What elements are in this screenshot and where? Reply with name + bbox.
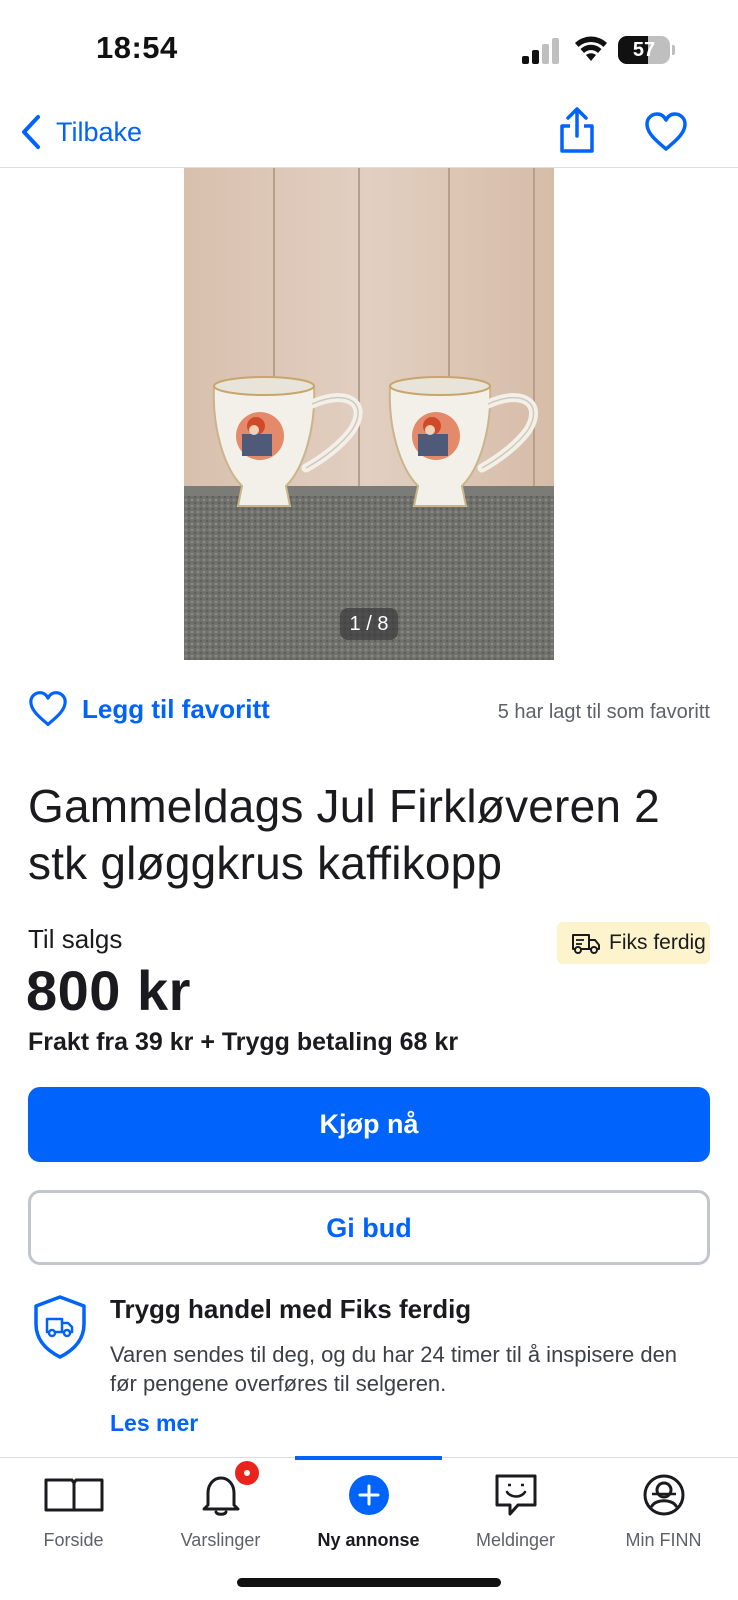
listing-photo — [184, 168, 554, 660]
buy-now-button[interactable]: Kjøp nå — [28, 1087, 710, 1162]
book-icon — [44, 1478, 103, 1512]
sale-label: Til salgs — [28, 924, 123, 954]
home-indicator — [237, 1578, 501, 1587]
image-counter: 1 / 8 — [340, 608, 398, 640]
tab-varslinger[interactable]: Varslinger — [147, 1458, 294, 1558]
battery-level: 57 — [632, 39, 656, 61]
heart-icon[interactable] — [644, 110, 688, 154]
info-text: Varen sendes til deg, og du har 24 timer… — [110, 1342, 678, 1396]
favorite-count: 5 har lagt til som favoritt — [497, 701, 710, 723]
info-title: Trygg handel med Fiks ferdig — [110, 1294, 472, 1324]
shipping-info: Frakt fra 39 kr + Trygg betaling 68 kr — [28, 1028, 459, 1056]
status-time: 18:54 — [96, 30, 178, 65]
tab-forside[interactable]: Forside — [0, 1458, 147, 1558]
add-favorite-button[interactable]: Legg til favoritt — [28, 690, 270, 728]
tab-label-meldinger: Meldinger — [475, 1530, 556, 1550]
favorite-row: Legg til favoritt 5 har lagt til som fav… — [28, 690, 710, 734]
notification-badge — [232, 1458, 262, 1488]
shield-truck-icon — [34, 1295, 86, 1359]
nav-header: Tilbake — [0, 100, 738, 168]
battery-icon: 57 — [618, 36, 675, 64]
signal-icon — [522, 38, 559, 64]
tab-label-ny-annonse: Ny annonse — [317, 1530, 420, 1550]
heart-icon — [29, 691, 67, 726]
wifi-icon — [575, 36, 607, 61]
image-gallery[interactable]: 1 / 8 — [184, 168, 554, 660]
profile-icon — [643, 1474, 684, 1516]
tab-meldinger[interactable]: Meldinger — [442, 1458, 589, 1558]
listing-title: Gammeldags Jul Firkløveren 2 stk gløggkr… — [28, 780, 660, 889]
fiks-ferdig-badge: Fiks ferdig — [557, 922, 710, 964]
tab-min-finn[interactable]: Min FINN — [590, 1458, 737, 1558]
read-more-link[interactable]: Les mer — [110, 1410, 198, 1437]
add-favorite-label: Legg til favoritt — [82, 693, 270, 724]
tab-ny-annonse[interactable]: Ny annonse — [295, 1456, 442, 1558]
back-label: Tilbake — [56, 116, 143, 147]
chat-icon — [495, 1474, 536, 1516]
chevron-left-icon — [22, 115, 40, 149]
plus-circle-icon — [348, 1475, 389, 1515]
truck-icon — [572, 934, 600, 954]
tab-label-varslinger: Varslinger — [180, 1530, 261, 1550]
badge-label: Fiks ferdig — [609, 931, 706, 954]
price: 800 kr — [26, 959, 191, 1022]
active-tab-indicator — [295, 1456, 442, 1460]
status-bar: 18:54 57 — [0, 0, 738, 100]
tab-label-min-finn: Min FINN — [625, 1530, 702, 1550]
tab-label-forside: Forside — [43, 1530, 104, 1550]
share-icon[interactable] — [556, 106, 598, 154]
back-button[interactable]: Tilbake — [20, 110, 142, 154]
place-bid-button[interactable]: Gi bud — [28, 1190, 710, 1265]
